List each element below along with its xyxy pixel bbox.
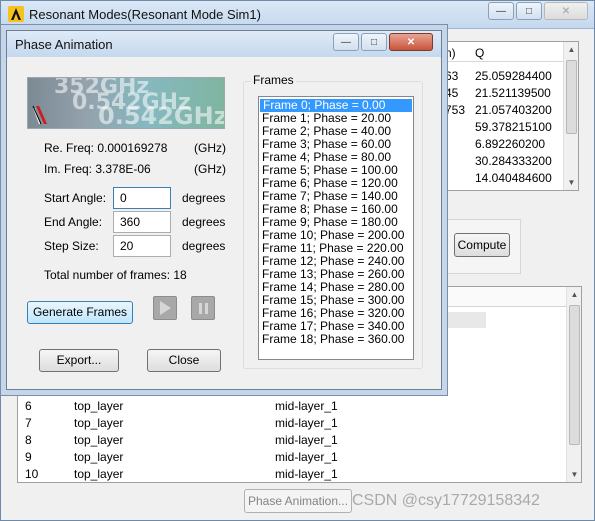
table-row[interactable]: 8 top_layer mid-layer_1 (18, 433, 566, 450)
table-cell: mid-layer_1 (275, 416, 338, 430)
table-cell: 10 (25, 467, 39, 481)
table-cell: 45 (445, 86, 459, 100)
start-angle-unit: degrees (182, 191, 226, 205)
table-cell: 6.892260200 (475, 137, 546, 151)
re-freq-label: Re. Freq: 0.000169278 (44, 141, 168, 155)
maximize-icon[interactable]: □ (516, 2, 542, 20)
table-cell: top_layer (74, 399, 124, 413)
frames-listbox[interactable]: Frame 0; Phase = 0.00 Frame 1; Phase = 20… (258, 96, 414, 360)
play-button[interactable] (153, 296, 177, 320)
animation-preview: 352GHz 0.542GHz 0.542GHz (27, 77, 225, 129)
start-angle-label: Start Angle: (44, 191, 107, 205)
compute-button[interactable]: Compute (454, 233, 510, 257)
column-header[interactable]: n) (445, 46, 456, 60)
table-row[interactable]: 10 top_layer mid-layer_1 (18, 467, 566, 482)
table-row[interactable]: 9 top_layer mid-layer_1 (18, 450, 566, 467)
table-row[interactable]: 59.378215100 (425, 120, 563, 137)
table-cell: 8 (25, 433, 32, 447)
maximize-icon[interactable]: □ (361, 33, 387, 51)
table-row[interactable]: 45 21.521139500 (425, 86, 563, 103)
table-cell: mid-layer_1 (275, 467, 338, 481)
watermark-text: CSDN @csy17729158342 (352, 492, 540, 509)
table-row[interactable]: 6 top_layer mid-layer_1 (18, 399, 566, 416)
dialog-title: Phase Animation (15, 37, 113, 52)
table-row[interactable]: 753 21.057403200 (425, 103, 563, 120)
window-controls: — □ ✕ (488, 2, 588, 20)
step-size-unit: degrees (182, 239, 226, 253)
table-cell: 753 (445, 103, 466, 117)
start-angle-input[interactable]: 0 (113, 187, 171, 209)
scroll-up-icon[interactable]: ▲ (567, 287, 581, 302)
scroll-down-icon[interactable]: ▼ (567, 467, 581, 482)
close-icon[interactable]: ✕ (389, 33, 433, 51)
scroll-thumb[interactable] (569, 305, 580, 445)
minimize-icon[interactable]: — (333, 33, 359, 51)
table-cell: 6 (25, 399, 32, 413)
table-cell: 14.040484600 (475, 171, 552, 185)
table-cell: 21.057403200 (475, 103, 552, 117)
play-icon (160, 301, 171, 315)
phase-animation-button[interactable]: Phase Animation... (244, 489, 352, 513)
table-row[interactable]: 14.040484600 (425, 171, 563, 188)
selected-cell-highlight (448, 312, 486, 328)
field-marker-icon (32, 105, 47, 125)
table-cell: 9 (25, 450, 32, 464)
table-row[interactable]: 6.892260200 (425, 137, 563, 154)
table-cell: top_layer (74, 467, 124, 481)
end-angle-label: End Angle: (44, 215, 103, 229)
table-cell: mid-layer_1 (275, 433, 338, 447)
step-size-label: Step Size: (44, 239, 99, 253)
preview-overlay-text: 0.542GHz (98, 102, 225, 129)
frames-group-title: Frames (251, 73, 296, 87)
minimize-icon[interactable]: — (488, 2, 514, 20)
compute-panel: Compute (441, 219, 521, 274)
pause-button[interactable] (191, 296, 215, 320)
table-cell: 59.378215100 (475, 120, 552, 134)
table-row[interactable]: 30.284333200 (425, 154, 563, 171)
column-header[interactable]: Q (475, 46, 484, 60)
results-scrollbar[interactable]: ▲ ▼ (563, 42, 578, 190)
generate-frames-button[interactable]: Generate Frames (27, 301, 133, 324)
end-angle-input[interactable]: 360 (113, 211, 171, 233)
resonant-modes-titlebar[interactable]: Resonant Modes(Resonant Mode Sim1) — □ ✕ (1, 1, 594, 29)
frames-group: Frames Frame 0; Phase = 0.00 Frame 1; Pha… (243, 73, 423, 369)
scroll-up-icon[interactable]: ▲ (564, 42, 578, 57)
table-cell: mid-layer_1 (275, 399, 338, 413)
pause-icon (199, 303, 202, 314)
results-table-header: n) Q (425, 42, 563, 62)
table-cell: top_layer (74, 433, 124, 447)
close-icon[interactable]: ✕ (544, 2, 588, 20)
table-cell: 7 (25, 416, 32, 430)
table-cell: top_layer (74, 450, 124, 464)
im-freq-unit: (GHz) (194, 162, 226, 176)
table-cell: top_layer (74, 416, 124, 430)
pause-icon (205, 303, 208, 314)
export-button[interactable]: Export... (39, 349, 119, 372)
results-table[interactable]: n) Q 63 25.059284400 45 21.521139500 753 21… (424, 41, 579, 191)
table-cell: 21.521139500 (475, 86, 551, 100)
table-row[interactable]: 63 25.059284400 (425, 69, 563, 86)
dialog-titlebar[interactable]: Phase Animation — □ ✕ (7, 31, 441, 57)
frame-list-item[interactable]: Frame 18; Phase = 360.00 (259, 333, 413, 346)
layer-table-scrollbar[interactable]: ▲ ▼ (566, 287, 581, 482)
table-cell: mid-layer_1 (275, 450, 338, 464)
re-freq-unit: (GHz) (194, 141, 226, 155)
close-button[interactable]: Close (147, 349, 221, 372)
total-frames-label: Total number of frames: 18 (44, 268, 187, 282)
ansys-logo-icon (8, 6, 24, 22)
end-angle-unit: degrees (182, 215, 226, 229)
im-freq-label: Im. Freq: 3.378E-06 (44, 162, 151, 176)
table-cell: 25.059284400 (475, 69, 552, 83)
scroll-thumb[interactable] (566, 60, 577, 134)
table-cell: 30.284333200 (475, 154, 552, 168)
scroll-down-icon[interactable]: ▼ (564, 175, 578, 190)
window-title: Resonant Modes(Resonant Mode Sim1) (29, 7, 261, 22)
table-row[interactable]: 7 top_layer mid-layer_1 (18, 416, 566, 433)
step-size-input[interactable]: 20 (113, 235, 171, 257)
dialog-window-controls: — □ ✕ (333, 33, 433, 51)
table-cell: 63 (445, 69, 459, 83)
phase-animation-dialog: Phase Animation — □ ✕ 352GHz 0.542GHz 0.… (6, 30, 442, 390)
